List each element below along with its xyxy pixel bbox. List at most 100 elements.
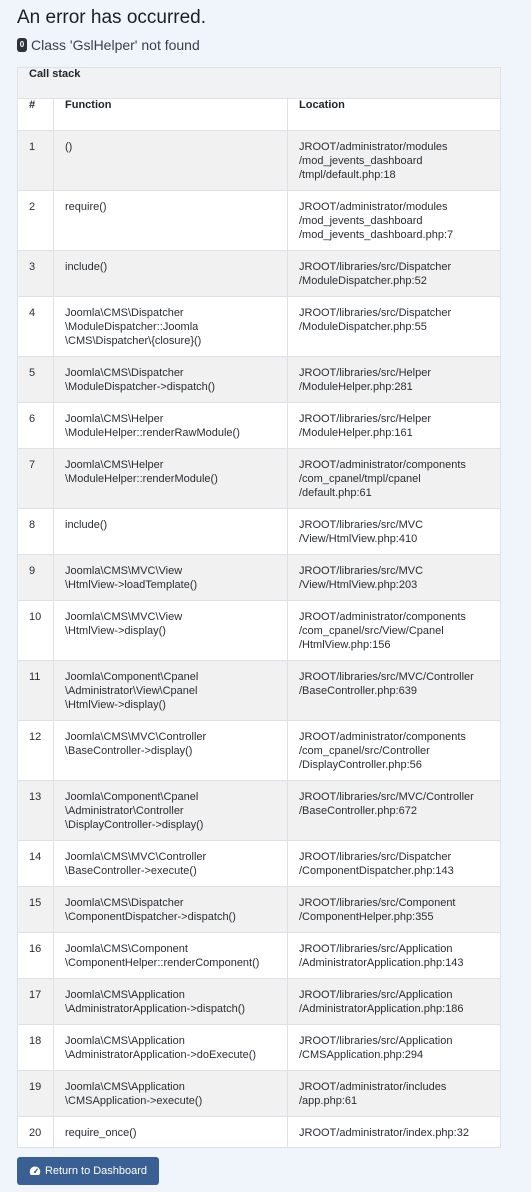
row-number: 4: [17, 296, 54, 357]
row-number: 11: [17, 660, 54, 721]
location-cell: JROOT/administrator/modules/mod_jevents_…: [286, 190, 502, 251]
row-number: 19: [17, 1070, 54, 1117]
row-number: 12: [17, 720, 54, 781]
location-cell: JROOT/libraries/src/MVC/View/HtmlView.ph…: [286, 554, 502, 601]
location-line: /com_cpanel/src/View/Cpanel: [299, 625, 444, 637]
column-header-location: Location: [286, 98, 502, 131]
location-line: JROOT/libraries/src/Dispatcher: [299, 261, 452, 273]
function-line: \AdministratorApplication->doExecute(): [65, 1049, 257, 1061]
location-line: /ComponentHelper.php:355: [299, 911, 434, 923]
call-stack-table: Call stack # Function Location 1 () JROOT/…: [16, 67, 502, 1148]
row-number: 1: [17, 130, 54, 191]
table-row: 19 Joomla\CMS\Application \CMSApplication-…: [17, 1070, 502, 1117]
function-cell: Joomla\CMS\MVC\View \HtmlView->loadTempla…: [53, 554, 288, 601]
function-line: \ComponentDispatcher->dispatch(): [65, 911, 236, 923]
location-line: /ComponentDispatcher.php:143: [299, 865, 454, 877]
location-cell: JROOT/administrator/components/com_cpane…: [286, 600, 502, 661]
location-line: JROOT/libraries/src/MVC/Controller: [299, 671, 474, 683]
location-cell: JROOT/libraries/src/Application/CMSAppli…: [286, 1024, 502, 1071]
location-line: /HtmlView.php:156: [299, 639, 391, 651]
function-line: Joomla\CMS\Component: [65, 943, 188, 955]
function-cell: Joomla\CMS\Application \CMSApplication->e…: [53, 1070, 288, 1117]
location-line: JROOT/libraries/src/Dispatcher: [299, 307, 452, 319]
return-to-dashboard-button[interactable]: Return to Dashboard: [17, 1157, 159, 1185]
function-cell: (): [53, 130, 288, 191]
row-number: 16: [17, 932, 54, 979]
location-line: /ModuleHelper.php:281: [299, 381, 413, 393]
function-line: Joomla\CMS\MVC\Controller: [65, 731, 207, 743]
location-cell: JROOT/libraries/src/Dispatcher/ModuleDis…: [286, 296, 502, 357]
location-line: /mod_jevents_dashboard: [299, 215, 423, 227]
location-line: /ModuleDispatcher.php:55: [299, 321, 427, 333]
location-line: /com_cpanel/tmpl/cpanel: [299, 473, 421, 485]
table-row: 10 Joomla\CMS\MVC\View \HtmlView->display(…: [17, 600, 502, 661]
table-row: 6 Joomla\CMS\Helper \ModuleHelper::renderR…: [17, 402, 502, 449]
function-line: Joomla\CMS\Dispatcher: [65, 897, 184, 909]
location-line: /AdministratorApplication.php:143: [299, 957, 464, 969]
row-number: 10: [17, 600, 54, 661]
function-line: \Administrator\View\Cpanel: [65, 685, 198, 697]
table-row: 16 Joomla\CMS\Component \ComponentHelper::…: [17, 932, 502, 979]
function-line: \BaseController->display(): [65, 745, 193, 757]
row-number: 13: [17, 780, 54, 841]
location-cell: JROOT/libraries/src/MVC/Controller/BaseC…: [286, 780, 502, 841]
location-cell: JROOT/libraries/src/Dispatcher/ModuleDis…: [286, 250, 502, 297]
location-line: JROOT/libraries/src/Dispatcher: [299, 851, 452, 863]
function-cell: Joomla\CMS\Dispatcher\ModuleDispatcher::…: [53, 296, 288, 357]
function-line: Joomla\CMS\Dispatcher: [65, 307, 184, 319]
row-number: 8: [17, 508, 54, 555]
function-line: Joomla\CMS\MVC\Controller: [65, 851, 207, 863]
table-row: 17 Joomla\CMS\Application \AdministratorAp…: [17, 978, 502, 1025]
location-cell: JROOT/libraries/src/Dispatcher/Component…: [286, 840, 502, 887]
row-number: 7: [17, 448, 54, 509]
function-cell: Joomla\CMS\MVC\Controller \BaseController…: [53, 720, 288, 781]
location-line: /tmpl/default.php:18: [299, 169, 396, 181]
table-row: 3 include() JROOT/libraries/src/Dispatcher…: [17, 250, 502, 297]
function-line: \ModuleDispatcher::Joomla: [65, 321, 199, 333]
location-line: JROOT/libraries/src/Component: [299, 897, 456, 909]
location-cell: JROOT/administrator/includes/app.php:61: [286, 1070, 502, 1117]
function-cell: require_once(): [53, 1116, 288, 1148]
location-line: /com_cpanel/src/Controller: [299, 745, 430, 757]
function-line: Joomla\Component\Cpanel: [65, 791, 199, 803]
function-cell: Joomla\CMS\MVC\View \HtmlView->display(): [53, 600, 288, 661]
function-line: \AdministratorApplication->dispatch(): [65, 1003, 246, 1015]
table-row: 4 Joomla\CMS\Dispatcher \ModuleDispatcher:…: [17, 296, 502, 357]
function-line: \CMS\Dispatcher\{closure}(): [65, 335, 202, 347]
location-cell: JROOT/libraries/src/Application/Administ…: [286, 932, 502, 979]
error-title: An error has occurred.: [17, 7, 207, 28]
function-cell: Joomla\Component\Cpanel \Administrator\Co…: [53, 780, 288, 841]
location-line: /mod_jevents_dashboard: [299, 155, 423, 167]
function-line: include(): [65, 519, 108, 531]
location-line: JROOT/administrator/components: [299, 731, 466, 743]
function-line: Joomla\CMS\Application: [65, 989, 185, 1001]
function-line: \HtmlView->display(): [65, 625, 166, 637]
location-line: JROOT/administrator/components: [299, 459, 466, 471]
function-line: \ModuleHelper::renderModule(): [65, 473, 218, 485]
error-message-line: 0 Class 'GslHelper' not found: [17, 37, 531, 53]
function-line: require(): [65, 201, 107, 213]
location-cell: JROOT/administrator/components/com_cpane…: [286, 720, 502, 781]
table-row: 2 require() JROOT/administrator/modules/mo…: [17, 190, 502, 251]
function-cell: Joomla\CMS\Component \ComponentHelper::re…: [53, 932, 288, 979]
row-number: 9: [17, 554, 54, 601]
location-line: JROOT/libraries/src/Application: [299, 1035, 453, 1047]
error-code-badge: 0: [17, 38, 27, 52]
table-row: 15 Joomla\CMS\Dispatcher \ComponentDispatc…: [17, 886, 502, 933]
function-line: Joomla\CMS\Application: [65, 1035, 185, 1047]
row-number: 18: [17, 1024, 54, 1071]
location-line: JROOT/administrator/modules: [299, 141, 448, 153]
function-cell: Joomla\CMS\Application \AdministratorAppl…: [53, 978, 288, 1025]
location-line: /View/HtmlView.php:203: [299, 579, 418, 591]
location-line: /View/HtmlView.php:410: [299, 533, 418, 545]
function-cell: Joomla\Component\Cpanel \Administrator\Vi…: [53, 660, 288, 721]
location-line: JROOT/libraries/src/Application: [299, 943, 453, 955]
table-row: 1 () JROOT/administrator/modules/mod_jeven…: [17, 130, 502, 191]
column-header-function: Function: [53, 98, 288, 131]
location-cell: JROOT/libraries/src/MVC/Controller/BaseC…: [286, 660, 502, 721]
function-line: require_once(): [65, 1127, 137, 1139]
dashboard-gauge-icon: [29, 1166, 41, 1176]
location-cell: JROOT/libraries/src/Helper/ModuleHelper.…: [286, 356, 502, 403]
location-line: /default.php:61: [299, 487, 372, 499]
table-row: 9 Joomla\CMS\MVC\View \HtmlView->loadTempl…: [17, 554, 502, 601]
